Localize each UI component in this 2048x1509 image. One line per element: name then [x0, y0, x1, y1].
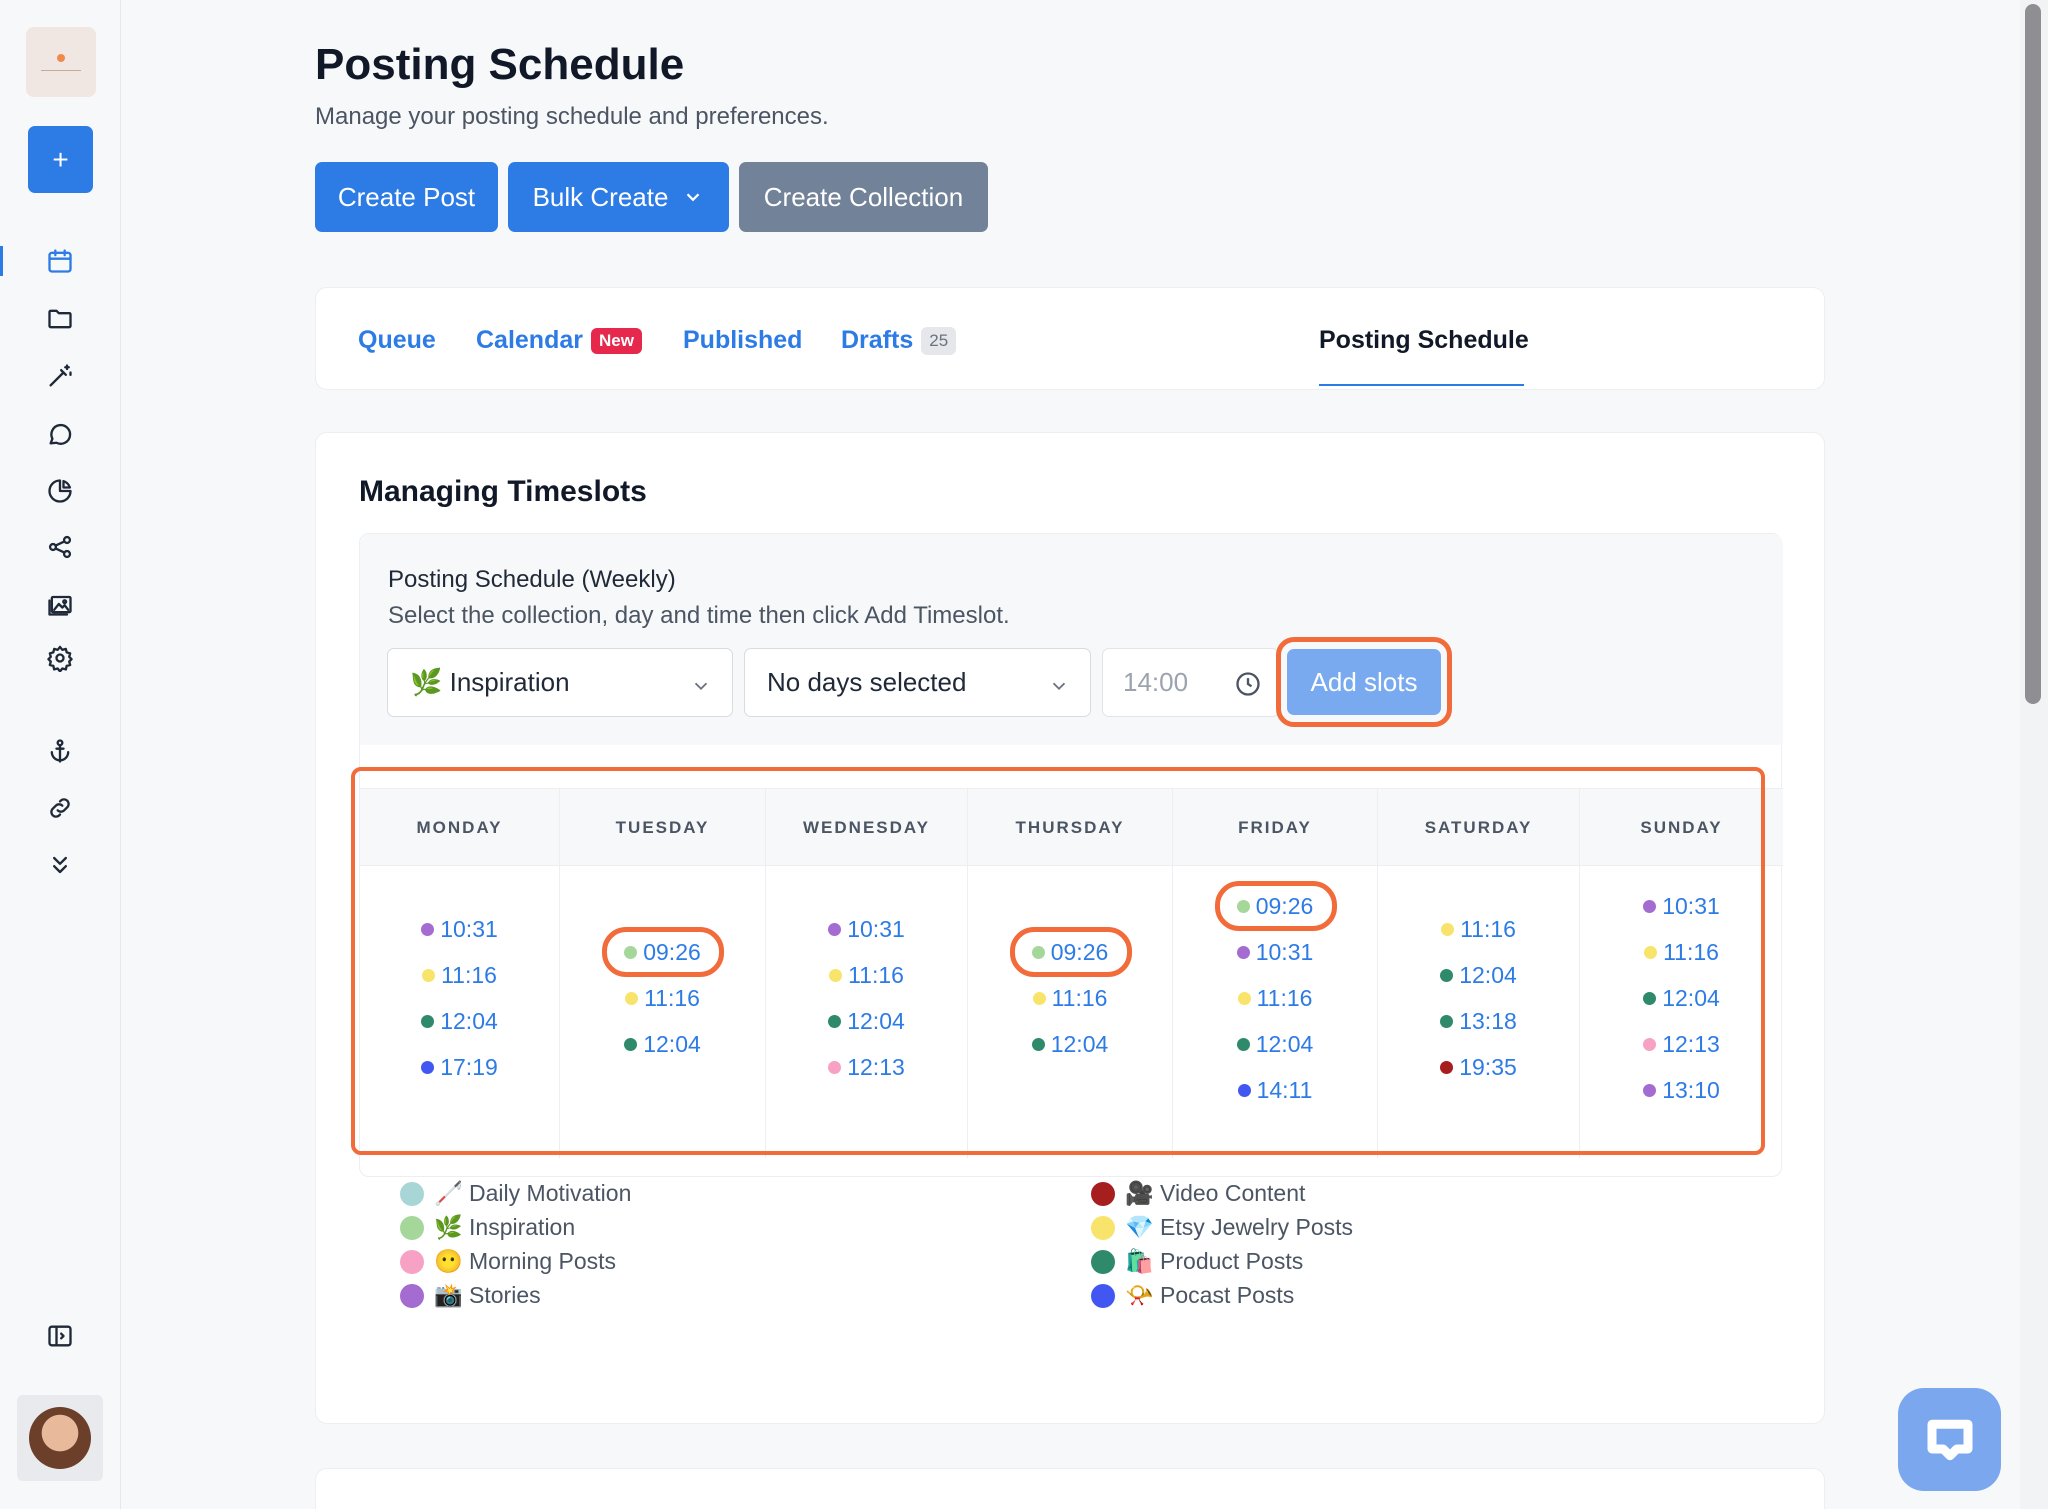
tab-label: Calendar: [476, 326, 583, 354]
legend-label: 🎥 Video Content: [1125, 1180, 1306, 1206]
tab-label: Queue: [358, 326, 436, 354]
legend-label: 🛍️ Product Posts: [1125, 1248, 1304, 1274]
legend-label: 🦯 Daily Motivation: [434, 1180, 632, 1206]
folder-icon[interactable]: [44, 303, 76, 335]
legend-color-dot: [400, 1249, 424, 1274]
days-select-value: No days selected: [767, 667, 967, 697]
form-help: Select the collection, day and time then…: [388, 602, 1010, 629]
sidebar-toggle-icon[interactable]: [44, 1320, 76, 1352]
create-collection-button[interactable]: Create Collection: [739, 162, 988, 232]
chevron-down-icon: [687, 193, 700, 202]
tab-calendar[interactable]: Calendar New: [476, 326, 642, 355]
tabs-bar: Queue Calendar New Published Drafts 25 P…: [315, 287, 1825, 390]
legend-item: 😶 Morning Posts: [400, 1248, 616, 1275]
time-placeholder: 14:00: [1123, 667, 1189, 697]
page-subtitle: Manage your posting schedule and prefere…: [315, 103, 829, 130]
support-chat-button[interactable]: [1898, 1388, 2001, 1491]
calendar-icon[interactable]: [44, 245, 76, 277]
active-tab-underline: [1319, 384, 1524, 386]
chevron-down-icon: [1048, 673, 1070, 704]
tab-label: Drafts: [841, 326, 914, 354]
gear-icon[interactable]: [44, 642, 76, 674]
legend-color-dot: [1091, 1283, 1115, 1308]
user-avatar[interactable]: [17, 1395, 103, 1481]
tab-label: Published: [683, 326, 803, 354]
legend-label: 😶 Morning Posts: [434, 1248, 617, 1274]
chevrons-down-icon[interactable]: [44, 849, 76, 881]
chat-bubble-icon: [1927, 1419, 1972, 1460]
days-select[interactable]: No days selected: [744, 648, 1091, 717]
avatar: [29, 1407, 91, 1469]
tab-label: Posting Schedule: [1319, 326, 1529, 354]
section-title: Managing Timeslots: [359, 475, 647, 508]
next-card: [315, 1468, 1825, 1509]
create-post-button[interactable]: Create Post: [315, 162, 498, 232]
magic-wand-icon[interactable]: [44, 360, 76, 392]
legend-label: 📯 Pocast Posts: [1125, 1282, 1295, 1308]
pie-chart-icon[interactable]: [44, 475, 76, 507]
brand-logo[interactable]: [26, 27, 96, 97]
logo-sun-icon: [57, 54, 65, 62]
bulk-create-button[interactable]: Bulk Create: [508, 162, 729, 232]
legend-item: 🎥 Video Content: [1091, 1180, 1305, 1207]
legend-item: 🛍️ Product Posts: [1091, 1248, 1303, 1275]
bulk-create-label: Bulk Create: [532, 181, 669, 212]
chat-icon[interactable]: [44, 418, 76, 450]
scrollbar-thumb[interactable]: [2025, 4, 2041, 704]
tab-published[interactable]: Published: [683, 326, 802, 355]
logo-line: [41, 70, 81, 71]
add-slots-highlight: [1276, 637, 1452, 727]
drafts-count-badge: 25: [921, 326, 957, 355]
legend-item: 📸 Stories: [400, 1282, 541, 1309]
legend-item: 💎 Etsy Jewelry Posts: [1091, 1214, 1353, 1241]
chevron-down-icon: [690, 673, 712, 704]
share-icon[interactable]: [44, 531, 76, 563]
gallery-icon[interactable]: [44, 588, 76, 620]
schedule-grid-highlight: [351, 767, 1765, 1155]
legend-color-dot: [1091, 1249, 1115, 1274]
form-label: Posting Schedule (Weekly): [388, 566, 676, 593]
legend-color-dot: [400, 1283, 424, 1308]
legend-label: 📸 Stories: [434, 1282, 541, 1308]
tab-drafts[interactable]: Drafts 25: [841, 326, 957, 355]
sidebar: +: [0, 0, 121, 1509]
new-badge: New: [590, 327, 642, 354]
new-post-button[interactable]: +: [28, 126, 93, 193]
legend-color-dot: [1091, 1181, 1115, 1206]
time-input[interactable]: 14:00: [1102, 648, 1279, 717]
tab-queue[interactable]: Queue: [358, 326, 436, 355]
timeslot-form: Posting Schedule (Weekly) Select the col…: [360, 534, 1783, 745]
legend-color-dot: [1091, 1215, 1115, 1240]
clock-icon: [1234, 670, 1262, 705]
legend-color-dot: [400, 1215, 424, 1240]
link-icon[interactable]: [44, 792, 76, 824]
legend-label: 💎 Etsy Jewelry Posts: [1125, 1214, 1354, 1240]
tab-posting-schedule[interactable]: Posting Schedule: [1319, 326, 1529, 355]
legend-color-dot: [400, 1181, 424, 1206]
legend-item: 🌿 Inspiration: [400, 1214, 575, 1241]
collection-select-value: 🌿 Inspiration: [410, 667, 570, 697]
anchor-icon[interactable]: [44, 735, 76, 767]
legend-item: 🦯 Daily Motivation: [400, 1180, 631, 1207]
collection-select[interactable]: 🌿 Inspiration: [387, 648, 733, 717]
active-nav-indicator: [0, 246, 3, 276]
page-title: Posting Schedule: [315, 40, 685, 89]
legend-item: 📯 Pocast Posts: [1091, 1282, 1294, 1309]
legend-label: 🌿 Inspiration: [434, 1214, 576, 1240]
